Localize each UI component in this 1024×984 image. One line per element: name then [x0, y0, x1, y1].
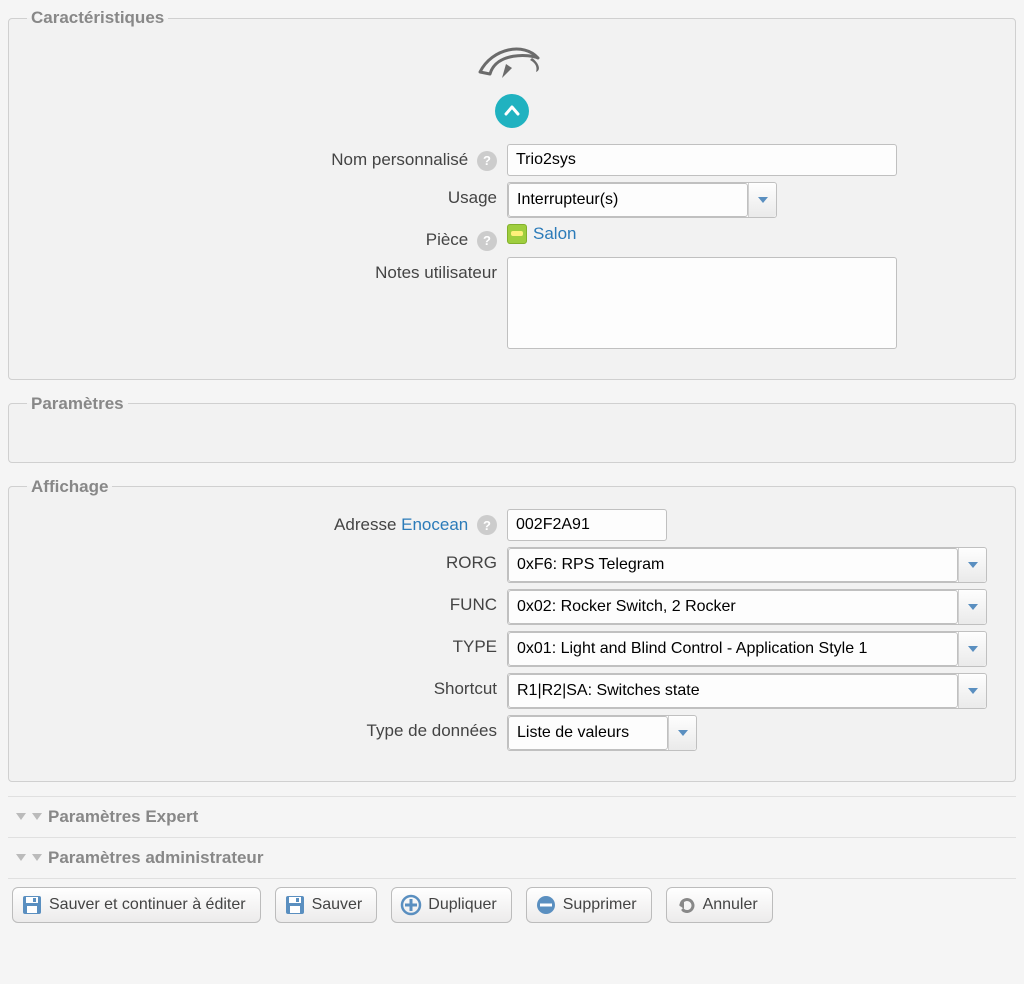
admin-section-toggle[interactable]: Paramètres administrateur: [8, 838, 1016, 878]
chevron-down-icon: [968, 688, 978, 694]
delete-icon: [535, 894, 557, 916]
button-bar: Sauver et continuer à éditer Sauver Dupl…: [8, 879, 1016, 931]
chevron-down-icon: [32, 854, 42, 861]
shortcut-select[interactable]: [507, 673, 987, 709]
chevron-down-icon: [16, 813, 26, 820]
save-button[interactable]: Sauver: [275, 887, 378, 923]
parameters-section: Paramètres: [8, 394, 1016, 463]
characteristics-section: Caractéristiques Nom personnalisé ? Usag…: [8, 8, 1016, 380]
func-select[interactable]: [507, 589, 987, 625]
shortcut-label: Shortcut: [27, 673, 507, 699]
type-dropdown-trigger[interactable]: [958, 632, 986, 666]
datatype-select[interactable]: [507, 715, 697, 751]
type-value[interactable]: [508, 632, 958, 666]
chevron-down-icon: [968, 562, 978, 568]
chevron-up-icon: [503, 102, 521, 120]
address-label: Adresse Enocean ?: [27, 509, 507, 536]
type-label: TYPE: [27, 631, 507, 657]
expert-section-toggle[interactable]: Paramètres Expert: [8, 797, 1016, 837]
button-label: Dupliquer: [428, 896, 496, 914]
usage-dropdown-trigger[interactable]: [748, 183, 776, 217]
enocean-address-input[interactable]: [507, 509, 667, 541]
help-icon[interactable]: ?: [477, 151, 497, 171]
cancel-button[interactable]: Annuler: [666, 887, 773, 923]
datatype-value[interactable]: [508, 716, 668, 750]
admin-section-label: Paramètres administrateur: [48, 848, 263, 868]
rorg-label: RORG: [27, 547, 507, 573]
usage-label: Usage: [27, 182, 507, 208]
room-link[interactable]: Salon: [533, 224, 576, 244]
dolphin-icon: [472, 40, 552, 95]
datatype-label: Type de données: [27, 715, 507, 741]
save-icon: [284, 894, 306, 916]
expert-section-label: Paramètres Expert: [48, 807, 198, 827]
rorg-select[interactable]: [507, 547, 987, 583]
help-icon[interactable]: ?: [477, 231, 497, 251]
notes-textarea[interactable]: [507, 257, 897, 349]
shortcut-value[interactable]: [508, 674, 958, 708]
name-label: Nom personnalisé ?: [27, 144, 507, 171]
chevron-down-icon: [16, 854, 26, 861]
room-label: Pièce ?: [27, 224, 507, 251]
enocean-link[interactable]: Enocean: [401, 515, 468, 534]
usage-value[interactable]: [508, 183, 748, 217]
display-legend: Affichage: [27, 477, 112, 497]
button-label: Sauver et continuer à éditer: [49, 896, 246, 914]
chevron-down-icon: [32, 813, 42, 820]
button-label: Supprimer: [563, 896, 637, 914]
device-logo-wrap: [27, 40, 997, 128]
chevron-down-icon: [758, 197, 768, 203]
rorg-value[interactable]: [508, 548, 958, 582]
func-value[interactable]: [508, 590, 958, 624]
save-continue-button[interactable]: Sauver et continuer à éditer: [12, 887, 261, 923]
duplicate-icon: [400, 894, 422, 916]
datatype-dropdown-trigger[interactable]: [668, 716, 696, 750]
func-dropdown-trigger[interactable]: [958, 590, 986, 624]
help-icon[interactable]: ?: [477, 515, 497, 535]
chevron-down-icon: [968, 646, 978, 652]
button-label: Annuler: [703, 896, 758, 914]
collapse-button[interactable]: [495, 94, 529, 128]
notes-label: Notes utilisateur: [27, 257, 507, 283]
button-label: Sauver: [312, 896, 363, 914]
room-icon: [507, 224, 527, 244]
save-icon: [21, 894, 43, 916]
type-select[interactable]: [507, 631, 987, 667]
chevron-down-icon: [968, 604, 978, 610]
parameters-legend: Paramètres: [27, 394, 128, 414]
func-label: FUNC: [27, 589, 507, 615]
shortcut-dropdown-trigger[interactable]: [958, 674, 986, 708]
chevron-down-icon: [678, 730, 688, 736]
characteristics-legend: Caractéristiques: [27, 8, 168, 28]
name-input[interactable]: [507, 144, 897, 176]
rorg-dropdown-trigger[interactable]: [958, 548, 986, 582]
undo-icon: [675, 894, 697, 916]
duplicate-button[interactable]: Dupliquer: [391, 887, 511, 923]
display-section: Affichage Adresse Enocean ? RORG FUNC TY: [8, 477, 1016, 782]
delete-button[interactable]: Supprimer: [526, 887, 652, 923]
usage-select[interactable]: [507, 182, 777, 218]
